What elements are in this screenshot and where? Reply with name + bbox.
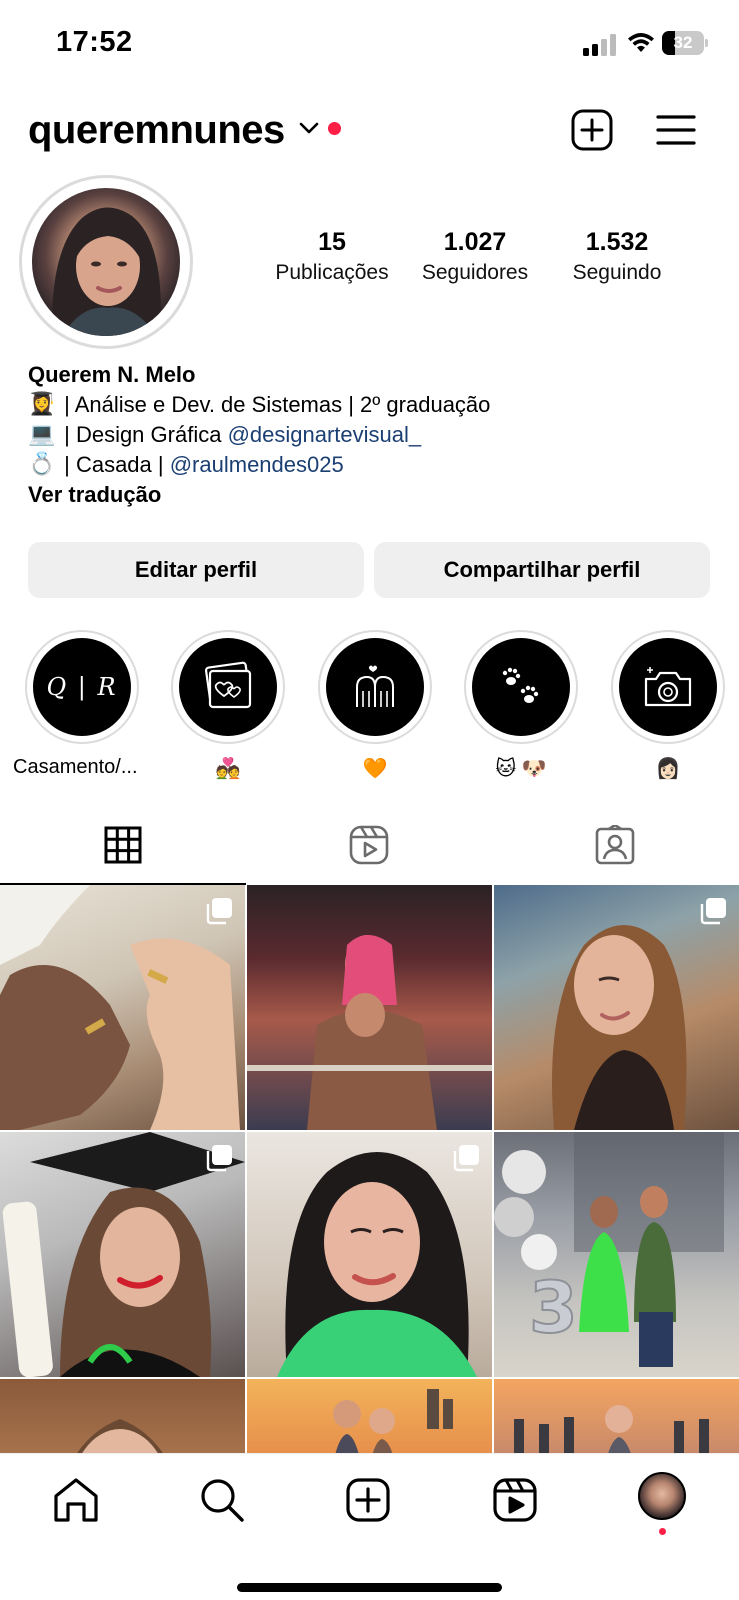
bio-line: 💻 | Design Gráfica @designartevisual_ <box>28 420 718 450</box>
battery-icon: 32 <box>662 31 708 55</box>
highlight-label: Casamento/... <box>13 756 138 778</box>
carousel-icon <box>206 898 232 925</box>
mention-link[interactable]: @raulmendes025 <box>170 450 344 480</box>
couple-icon <box>356 665 394 707</box>
post-party[interactable] <box>247 885 492 1130</box>
post-rings[interactable] <box>0 885 245 1130</box>
tagged-icon <box>595 825 635 865</box>
username[interactable]: queremnunes <box>28 108 285 153</box>
camera-icon <box>644 667 692 707</box>
create-icon[interactable] <box>342 1474 394 1526</box>
highlight-label: 🐱 🐶 <box>495 758 547 780</box>
avatar-photo <box>32 188 180 336</box>
highlight-casamento[interactable]: Q | R Casamento/... <box>13 630 139 779</box>
paw-icon <box>502 667 539 703</box>
profile-avatar[interactable] <box>638 1472 686 1520</box>
post-selfie-green[interactable] <box>247 1132 492 1377</box>
cellular-signal-icon <box>583 34 616 56</box>
grid-icon <box>104 826 142 864</box>
status-bar: 17:52 32 <box>0 0 739 90</box>
post-sunset-couple[interactable] <box>247 1379 492 1453</box>
bio-text: | Design Gráfica <box>58 422 228 447</box>
monogram-icon: Q | R <box>33 638 131 736</box>
see-translation-link[interactable]: Ver tradução <box>28 480 718 510</box>
profile-bio: Querem N. Melo 👩‍🎓 | Análise e Dev. de S… <box>28 360 718 510</box>
stat-posts[interactable]: 15 Publicações <box>257 228 407 285</box>
new-post-icon[interactable] <box>570 108 614 152</box>
tab-reels[interactable] <box>246 805 492 885</box>
highlight-pets[interactable]: 🐱 🐶 <box>464 630 578 781</box>
notification-dot <box>659 1528 666 1535</box>
bottom-navigation <box>0 1453 739 1600</box>
carousel-icon <box>206 1145 232 1172</box>
notification-dot <box>328 122 341 135</box>
laptop-emoji: 💻 <box>28 422 56 447</box>
stat-following[interactable]: 1.532 Seguindo <box>542 228 692 285</box>
chevron-down-icon[interactable] <box>298 120 320 136</box>
home-icon[interactable] <box>50 1474 102 1526</box>
menu-icon[interactable] <box>654 108 698 152</box>
carousel-icon <box>700 898 726 925</box>
stat-value: 15 <box>318 228 346 256</box>
bio-line: 👩‍🎓 | Análise e Dev. de Sistemas | 2º gr… <box>28 390 718 420</box>
bio-text: | Casada | <box>58 452 170 477</box>
stat-value: 1.027 <box>443 228 507 256</box>
highlight-me[interactable]: 👩🏻 <box>611 630 725 781</box>
share-profile-button[interactable]: Compartilhar perfil <box>374 542 710 598</box>
wifi-icon <box>628 33 654 52</box>
profile-tabs <box>0 805 739 885</box>
bio-text: | Análise e Dev. de Sistemas | 2º gradua… <box>58 392 491 417</box>
stat-label: Seguindo <box>572 261 662 284</box>
tab-grid[interactable] <box>0 805 246 885</box>
highlight-label: 👩🏻 <box>655 758 681 780</box>
posts-grid: 3 <box>0 885 739 1453</box>
highlight-label: 💑 <box>215 758 241 780</box>
reels-icon <box>349 825 389 865</box>
stat-label: Seguidores <box>421 261 529 284</box>
stat-followers[interactable]: 1.027 Seguidores <box>400 228 550 285</box>
svg-text:3: 3 <box>529 1267 578 1349</box>
post-birthday-balloons[interactable]: 3 <box>494 1132 739 1377</box>
reels-icon[interactable] <box>489 1474 541 1526</box>
post-graduation[interactable] <box>0 1132 245 1377</box>
highlight-heart[interactable]: 🧡 <box>318 630 432 781</box>
tab-tagged[interactable] <box>492 805 738 885</box>
profile-avatar[interactable] <box>19 175 193 349</box>
carousel-icon <box>453 1145 479 1172</box>
search-icon[interactable] <box>196 1474 248 1526</box>
mention-link[interactable]: @designartevisual_ <box>228 420 422 450</box>
battery-percent: 32 <box>673 33 693 52</box>
post-portrait-3[interactable] <box>0 1379 245 1453</box>
post-crowd[interactable] <box>494 1379 739 1453</box>
profile-header: queremnunes <box>0 100 739 162</box>
ring-emoji: 💍 <box>28 452 56 477</box>
highlight-cover-text: Q | R <box>46 673 118 701</box>
profile-actions: Editar perfil Compartilhar perfil <box>28 542 711 598</box>
graduate-emoji: 👩‍🎓 <box>28 392 56 417</box>
stat-value: 1.532 <box>585 228 649 256</box>
bio-line: 💍 | Casada | @raulmendes025 <box>28 450 718 480</box>
status-time: 17:52 <box>56 26 133 58</box>
stat-label: Publicações <box>275 261 389 284</box>
display-name: Querem N. Melo <box>28 362 196 387</box>
home-indicator <box>237 1583 502 1592</box>
photo-hearts-icon <box>204 661 252 709</box>
post-portrait-hair[interactable] <box>494 885 739 1130</box>
highlight-label: 🧡 <box>362 758 388 780</box>
edit-profile-button[interactable]: Editar perfil <box>28 542 364 598</box>
highlight-couple[interactable]: 💑 <box>171 630 285 781</box>
